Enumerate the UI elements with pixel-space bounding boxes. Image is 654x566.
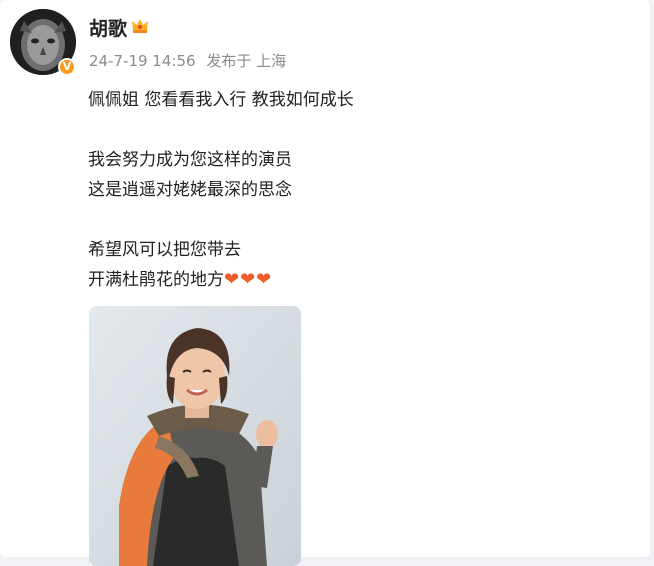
post-line-5: 开满杜鹃花的地方 [88, 270, 224, 290]
heart-icon: ❤❤❤ [224, 269, 273, 290]
post-line-3: 这是逍遥对姥姥最深的思念 [88, 180, 292, 200]
post-line-1: 佩佩姐 您看看我入行 教我如何成长 [88, 90, 354, 110]
post-line-5-wrap: 开满杜鹃花的地方❤❤❤ [88, 265, 354, 295]
post-meta: 24-7-19 14:56 发布于 上海 [89, 50, 292, 71]
post-text: 佩佩姐 您看看我入行 教我如何成长 我会努力成为您这样的演员 这是逍遥对姥姥最深… [88, 85, 354, 295]
post-time[interactable]: 24-7-19 14:56 [89, 52, 196, 70]
woman-portrait-photo [89, 306, 301, 566]
author-name[interactable]: 胡歌 [89, 14, 127, 41]
post-source: 发布于 上海 [206, 52, 287, 70]
verified-badge-icon: V [58, 58, 76, 76]
post-line-2: 我会努力成为您这样的演员 [88, 150, 292, 170]
weibo-post-card: V 胡歌 24-7-19 14:56 发布于 上海 佩佩姐 您看看我入行 教我如… [0, 0, 650, 566]
crown-icon [132, 19, 148, 33]
post-image[interactable] [89, 306, 301, 566]
post-line-4: 希望风可以把您带去 [88, 240, 241, 260]
